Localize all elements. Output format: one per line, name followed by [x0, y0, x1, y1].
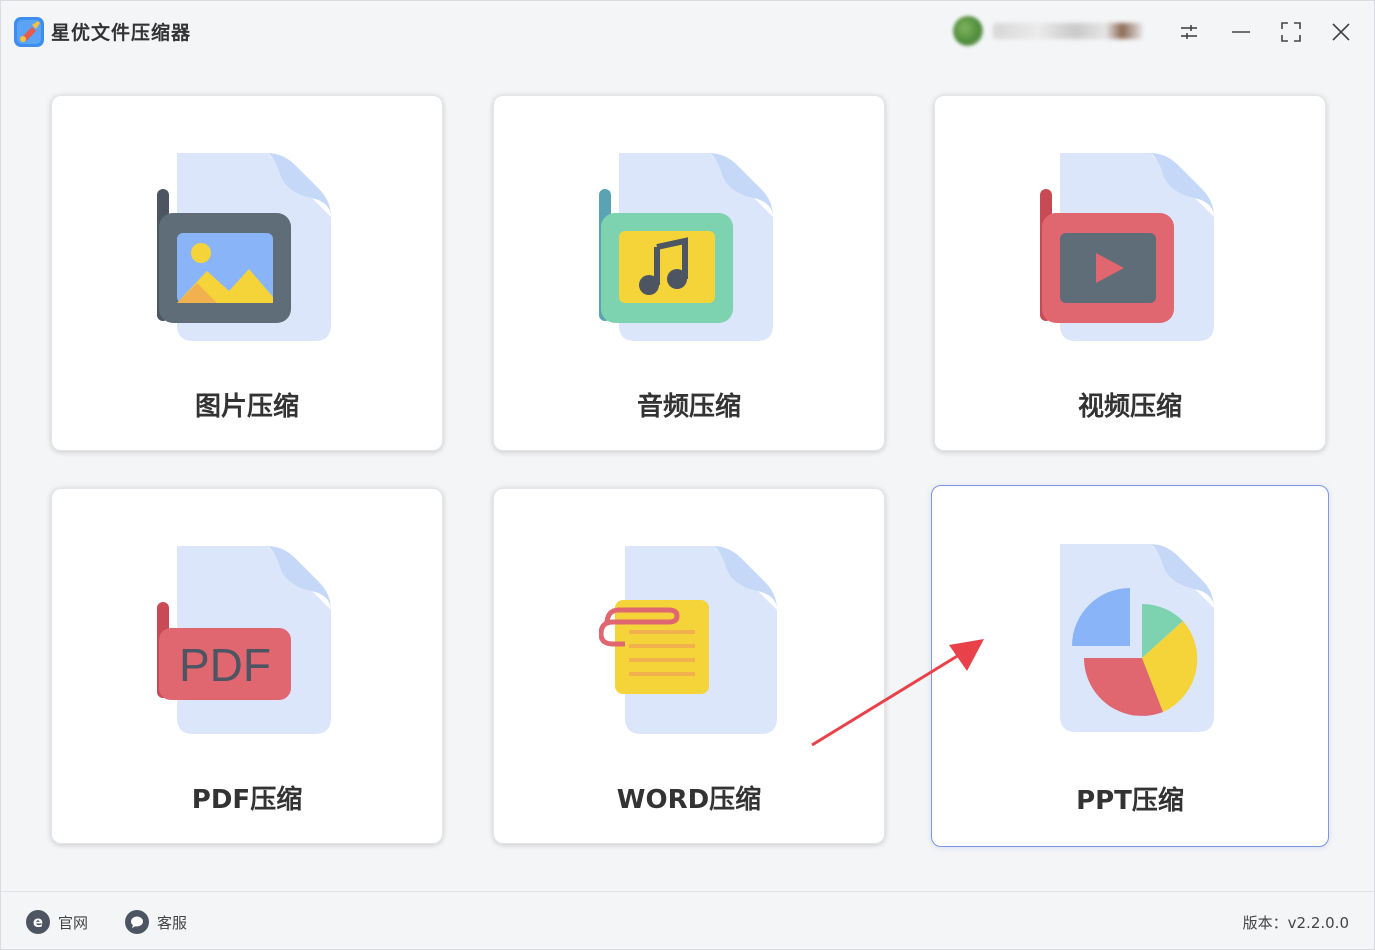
website-label: 官网 [58, 913, 89, 932]
version-text: 版本：v2.2.0.0 [1242, 914, 1349, 932]
chat-bubble-icon [125, 910, 149, 934]
pdf-badge-text: PDF [179, 639, 271, 691]
card-image-compress[interactable]: 图片压缩 [51, 95, 443, 451]
pdf-file-icon: PDF [157, 546, 331, 734]
card-video-compress[interactable]: 视频压缩 [934, 95, 1326, 451]
card-label: PPT压缩 [1076, 786, 1184, 816]
minimize-icon [1232, 31, 1250, 33]
card-label: WORD压缩 [616, 785, 762, 815]
audio-file-icon [599, 153, 773, 341]
support-link[interactable]: 客服 [125, 910, 187, 934]
footer: e 官网 客服 版本：v2.2.0.0 [1, 891, 1374, 950]
ie-browser-icon: e [26, 910, 50, 934]
card-label: PDF压缩 [191, 785, 303, 815]
username-blurred [993, 23, 1143, 39]
settings-button[interactable] [1171, 15, 1207, 49]
close-button[interactable] [1323, 15, 1359, 49]
word-file-icon [599, 546, 777, 734]
ppt-file-icon [1060, 544, 1214, 732]
card-word-compress[interactable]: WORD压缩 [493, 488, 885, 844]
app-title: 星优文件压缩器 [51, 22, 192, 44]
user-account[interactable] [953, 15, 1158, 47]
card-pdf-compress[interactable]: PDF PDF压缩 [51, 488, 443, 844]
card-ppt-compress[interactable]: PPT压缩 [931, 485, 1329, 847]
app-window: 星优文件压缩器 图片压缩 音频压缩 视频压缩 PDF PDF压缩 WORD压缩 … [0, 0, 1375, 950]
card-audio-compress[interactable]: 音频压缩 [493, 95, 885, 451]
close-icon [1332, 23, 1350, 41]
card-label: 音频压缩 [636, 392, 741, 422]
card-label: 视频压缩 [1077, 392, 1182, 422]
card-label: 图片压缩 [194, 392, 299, 422]
website-link[interactable]: e 官网 [26, 910, 88, 934]
avatar[interactable] [953, 16, 983, 46]
title-bar: 星优文件压缩器 [1, 1, 1374, 63]
app-logo-icon [14, 17, 44, 47]
support-label: 客服 [157, 913, 188, 932]
minimize-button[interactable] [1223, 15, 1259, 49]
image-file-icon [157, 153, 331, 341]
maximize-icon [1281, 22, 1301, 42]
video-file-icon [1040, 153, 1214, 341]
maximize-button[interactable] [1273, 15, 1309, 49]
sliders-icon [1181, 25, 1197, 39]
